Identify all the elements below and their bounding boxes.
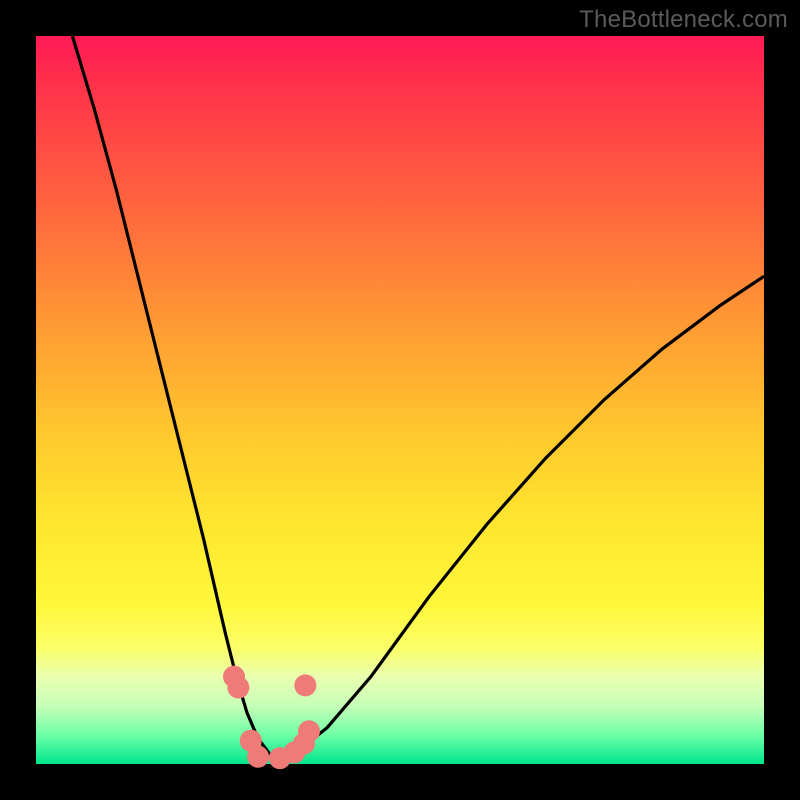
bottleneck-curve: [72, 36, 764, 759]
watermark-text: TheBottleneck.com: [579, 6, 788, 34]
marker-point: [294, 674, 316, 696]
marker-point: [247, 746, 269, 768]
chart-frame: TheBottleneck.com: [0, 0, 800, 800]
plot-svg: [36, 36, 764, 764]
marker-point: [227, 677, 249, 699]
annotated-points: [223, 666, 320, 770]
marker-point: [298, 720, 320, 742]
plot-area: [36, 36, 764, 764]
